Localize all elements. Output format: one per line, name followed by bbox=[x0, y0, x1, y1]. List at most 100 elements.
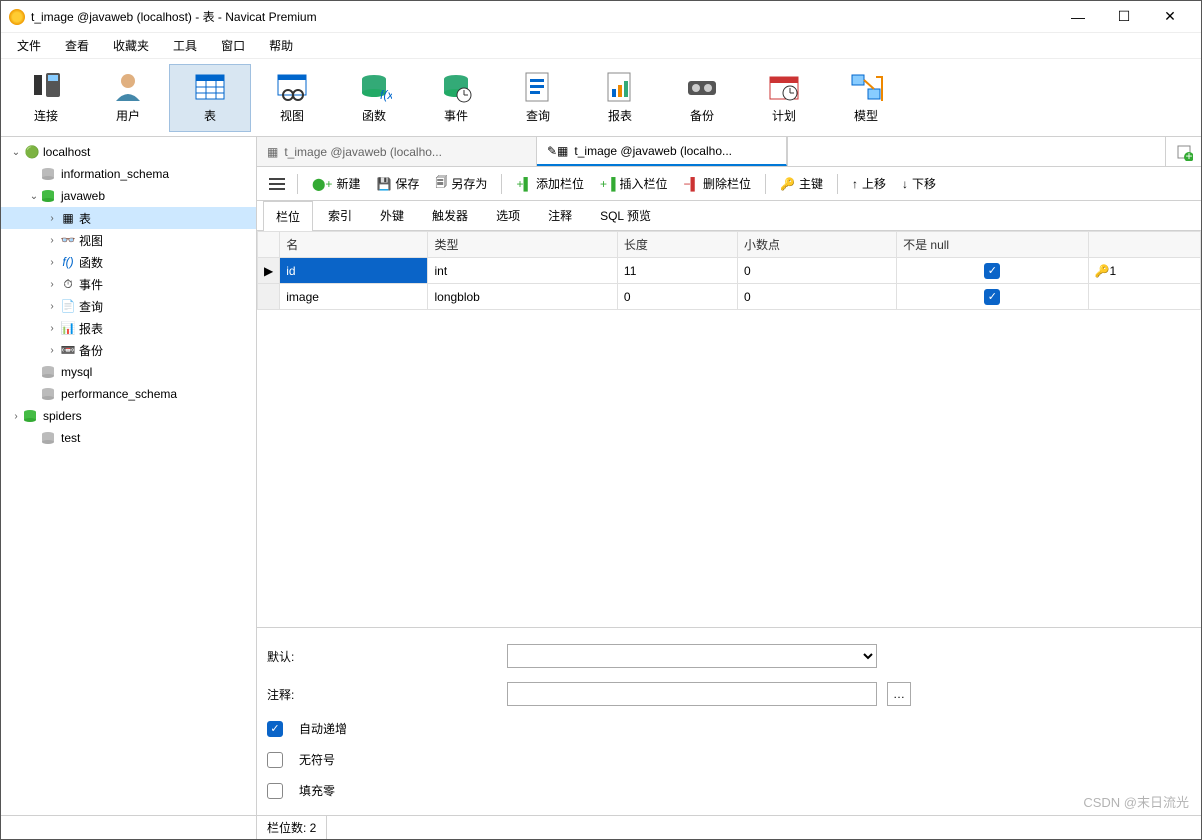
add-tab-button[interactable]: + bbox=[1165, 137, 1201, 166]
toolbar-report-button[interactable]: 报表 bbox=[579, 64, 661, 132]
column-header[interactable]: 长度 bbox=[617, 232, 737, 258]
tree-node[interactable]: test bbox=[1, 427, 256, 449]
tree-node[interactable]: ⌄🟢localhost bbox=[1, 141, 256, 163]
delete-field-button[interactable]: −▌删除栏位 bbox=[678, 171, 758, 196]
node-icon: 👓 bbox=[59, 233, 77, 247]
prop-tab[interactable]: 索引 bbox=[315, 200, 365, 230]
zerofill-checkbox[interactable] bbox=[267, 783, 283, 799]
tree-node[interactable]: ›⏱事件 bbox=[1, 273, 256, 295]
node-label: 表 bbox=[79, 210, 91, 227]
cell-name[interactable]: image bbox=[280, 284, 428, 310]
prop-tab[interactable]: 触发器 bbox=[419, 200, 481, 230]
cell-type[interactable]: longblob bbox=[428, 284, 617, 310]
prop-tab[interactable]: 外键 bbox=[367, 200, 417, 230]
tree-node[interactable]: ›👓视图 bbox=[1, 229, 256, 251]
fields-grid[interactable]: 名类型长度小数点不是 null▶idint110✓🔑1imagelongblob… bbox=[257, 231, 1201, 628]
twisty-icon[interactable]: ⌄ bbox=[9, 147, 23, 158]
column-header[interactable]: 小数点 bbox=[738, 232, 897, 258]
save-button[interactable]: 💾保存 bbox=[370, 171, 425, 196]
table-row[interactable]: ▶idint110✓🔑1 bbox=[258, 258, 1201, 284]
node-label: javaweb bbox=[61, 189, 105, 203]
tree-node[interactable]: ›📊报表 bbox=[1, 317, 256, 339]
column-header[interactable]: 类型 bbox=[428, 232, 617, 258]
twisty-icon[interactable]: › bbox=[45, 235, 59, 246]
cell-pk[interactable] bbox=[1088, 284, 1200, 310]
cell-notnull[interactable]: ✓ bbox=[897, 258, 1089, 284]
connection-tree[interactable]: ⌄🟢localhostinformation_schema ⌄ javaweb ›▦表… bbox=[1, 141, 256, 449]
prop-tab[interactable]: 选项 bbox=[483, 200, 533, 230]
tree-node[interactable]: ›📼备份 bbox=[1, 339, 256, 361]
tree-node[interactable]: ›▦表 bbox=[1, 207, 256, 229]
tab-1[interactable]: ▦ t_image @javaweb (localho... bbox=[257, 137, 537, 166]
cell-pk[interactable]: 🔑1 bbox=[1088, 258, 1200, 284]
comment-input[interactable] bbox=[507, 682, 877, 706]
cell-notnull[interactable]: ✓ bbox=[897, 284, 1089, 310]
menu-tools[interactable]: 工具 bbox=[161, 33, 209, 58]
cell-decimals[interactable]: 0 bbox=[738, 258, 897, 284]
prop-tab[interactable]: SQL 预览 bbox=[587, 200, 664, 230]
column-header[interactable]: 不是 null bbox=[897, 232, 1089, 258]
add-field-icon: +▌ bbox=[516, 177, 532, 191]
table-row[interactable]: imagelongblob00✓ bbox=[258, 284, 1201, 310]
menu-icon[interactable] bbox=[265, 174, 289, 194]
column-header[interactable] bbox=[1088, 232, 1200, 258]
twisty-icon[interactable]: › bbox=[45, 213, 59, 224]
toolbar-fx-button[interactable]: f(x)函数 bbox=[333, 64, 415, 132]
tree-node[interactable]: information_schema bbox=[1, 163, 256, 185]
menu-view[interactable]: 查看 bbox=[53, 33, 101, 58]
menu-help[interactable]: 帮助 bbox=[257, 33, 305, 58]
unsigned-checkbox[interactable] bbox=[267, 752, 283, 768]
cell-type[interactable]: int bbox=[428, 258, 617, 284]
twisty-icon[interactable]: › bbox=[9, 411, 23, 422]
add-field-button[interactable]: +▌添加栏位 bbox=[510, 171, 590, 196]
primary-key-button[interactable]: 🔑主键 bbox=[774, 171, 829, 196]
toolbar-model-button[interactable]: 模型 bbox=[825, 64, 907, 132]
prop-tab[interactable]: 注释 bbox=[535, 200, 585, 230]
tree-node[interactable]: mysql bbox=[1, 361, 256, 383]
tab-2[interactable]: ✎▦ t_image @javaweb (localho... bbox=[537, 137, 787, 166]
cell-length[interactable]: 11 bbox=[617, 258, 737, 284]
svg-text:f(x): f(x) bbox=[380, 88, 392, 102]
twisty-icon[interactable]: › bbox=[45, 279, 59, 290]
unsigned-label: 无符号 bbox=[299, 751, 335, 768]
toolbar-plug-button[interactable]: 连接 bbox=[5, 64, 87, 132]
toolbar-schedule-button[interactable]: 计划 bbox=[743, 64, 825, 132]
cell-decimals[interactable]: 0 bbox=[738, 284, 897, 310]
twisty-icon[interactable]: › bbox=[45, 345, 59, 356]
move-down-button[interactable]: ↓下移 bbox=[896, 171, 942, 196]
toolbar-label: 查询 bbox=[526, 107, 550, 124]
twisty-icon[interactable]: ⌄ bbox=[27, 191, 41, 202]
toolbar-view-button[interactable]: 视图 bbox=[251, 64, 333, 132]
cell-name[interactable]: id bbox=[280, 258, 428, 284]
twisty-icon[interactable]: › bbox=[45, 301, 59, 312]
cell-length[interactable]: 0 bbox=[617, 284, 737, 310]
toolbar-query-button[interactable]: 查询 bbox=[497, 64, 579, 132]
menu-fav[interactable]: 收藏夹 bbox=[101, 33, 161, 58]
tree-node[interactable]: ›spiders bbox=[1, 405, 256, 427]
toolbar-event-button[interactable]: 事件 bbox=[415, 64, 497, 132]
toolbar-user-button[interactable]: 用户 bbox=[87, 64, 169, 132]
minimize-button[interactable]: ― bbox=[1055, 1, 1101, 33]
new-button[interactable]: ⬤+新建 bbox=[306, 171, 366, 196]
tree-node[interactable]: ›📄查询 bbox=[1, 295, 256, 317]
default-select[interactable] bbox=[507, 644, 877, 668]
auto-increment-checkbox[interactable]: ✓ bbox=[267, 721, 283, 737]
tree-node[interactable]: ⌄ javaweb bbox=[1, 185, 256, 207]
menu-window[interactable]: 窗口 bbox=[209, 33, 257, 58]
plug-icon bbox=[28, 71, 64, 103]
twisty-icon[interactable]: › bbox=[45, 257, 59, 268]
toolbar-backup-button[interactable]: 备份 bbox=[661, 64, 743, 132]
column-header[interactable]: 名 bbox=[280, 232, 428, 258]
menu-file[interactable]: 文件 bbox=[5, 33, 53, 58]
insert-field-button[interactable]: +▐插入栏位 bbox=[594, 171, 674, 196]
saveas-button[interactable]: 🗐另存为 bbox=[429, 169, 493, 198]
tree-node[interactable]: performance_schema bbox=[1, 383, 256, 405]
twisty-icon[interactable]: › bbox=[45, 323, 59, 334]
toolbar-table-button[interactable]: 表 bbox=[169, 64, 251, 132]
comment-more-button[interactable]: … bbox=[887, 682, 911, 706]
maximize-button[interactable]: ☐ bbox=[1101, 1, 1147, 33]
prop-tab[interactable]: 栏位 bbox=[263, 201, 313, 231]
move-up-button[interactable]: ↑上移 bbox=[846, 171, 892, 196]
close-button[interactable]: ✕ bbox=[1147, 1, 1193, 33]
tree-node[interactable]: ›f()函数 bbox=[1, 251, 256, 273]
